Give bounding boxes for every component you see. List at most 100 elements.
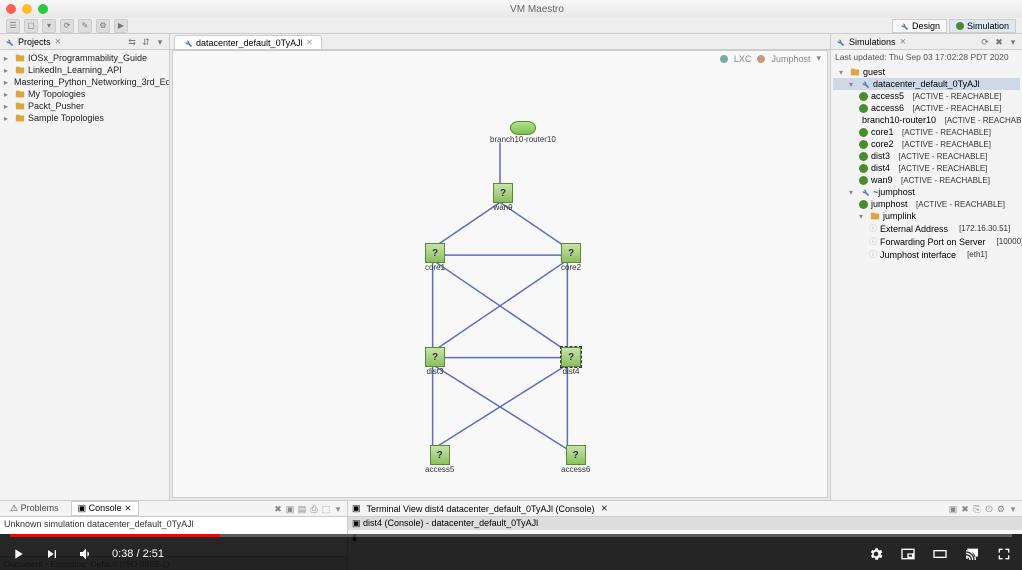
topology-node[interactable]: ? dist4 <box>561 347 581 376</box>
console-tab[interactable]: ▣ Console ⨯ <box>71 501 139 516</box>
sim-detail[interactable]: ⓘExternal Address [172.16.30.51] <box>833 222 1020 235</box>
sim-node[interactable]: dist3 [ACTIVE - REACHABLE] <box>833 150 1020 162</box>
projects-header: Projects ⨯ ⇆ ⇵ ▾ <box>0 34 169 50</box>
toolbar-button[interactable]: ☰ <box>6 19 20 33</box>
projects-panel: Projects ⨯ ⇆ ⇵ ▾ ▸IOSx_Programmability_G… <box>0 34 170 500</box>
play-button[interactable] <box>10 546 26 562</box>
problems-tab[interactable]: ⚠ Problems <box>4 502 65 515</box>
toolbar-button[interactable]: ⟳ <box>60 19 74 33</box>
wrench-icon <box>183 38 193 48</box>
sim-node[interactable]: access6 [ACTIVE - REACHABLE] <box>833 102 1020 114</box>
link-icon[interactable]: ⇵ <box>141 37 151 47</box>
window-minimize-icon[interactable] <box>22 4 32 14</box>
project-item[interactable]: ▸LinkedIn_Learning_API <box>0 64 169 76</box>
editor-tab[interactable]: datacenter_default_0TyAJl ⨯ <box>174 35 322 49</box>
window-zoom-icon[interactable] <box>38 4 48 14</box>
mini-icon[interactable]: ⎘ <box>972 504 982 514</box>
simulation-mode-button[interactable]: Simulation <box>949 19 1016 33</box>
topology-node[interactable]: ? access5 <box>425 445 454 474</box>
video-progress[interactable] <box>10 534 1012 537</box>
settings-button[interactable] <box>868 546 884 562</box>
topology-node[interactable]: ? wan9 <box>493 183 513 212</box>
status-dot-icon <box>859 92 868 101</box>
sim-node[interactable]: core2 [ACTIVE - REACHABLE] <box>833 138 1020 150</box>
window-close-icon[interactable] <box>6 4 16 14</box>
next-button[interactable] <box>44 546 60 562</box>
topology-canvas[interactable]: LXC Jumphost ▾ branc <box>172 50 828 498</box>
folder-icon <box>15 53 25 63</box>
canvas-menu-icon[interactable]: ▾ <box>816 53 821 64</box>
terminal-header: ▣Terminal View dist4 datacenter_default_… <box>348 501 1022 517</box>
editor-tabbar: datacenter_default_0TyAJl ⨯ <box>170 34 830 50</box>
topology-node[interactable]: ? dist3 <box>425 347 445 376</box>
sim-root[interactable]: ▾guest <box>833 66 1020 78</box>
mini-icon[interactable]: ⏻ <box>984 504 994 514</box>
mini-icon[interactable]: ✖ <box>273 504 283 514</box>
topology-node[interactable]: ? core1 <box>425 243 445 272</box>
mini-icon[interactable]: ⬚ <box>321 504 331 514</box>
volume-button[interactable] <box>78 546 94 562</box>
miniplayer-button[interactable] <box>900 546 916 562</box>
editor-panel: datacenter_default_0TyAJl ⨯ LXC Jumphost… <box>170 34 830 500</box>
wrench-icon <box>860 187 870 197</box>
sim-item[interactable]: ▾datacenter_default_0TyAJl <box>833 78 1020 90</box>
sim-detail[interactable]: ⓘJumphost interface [eth1] <box>833 248 1020 261</box>
collapse-icon[interactable]: ⇆ <box>127 37 137 47</box>
toolbar-button[interactable]: ✎ <box>78 19 92 33</box>
topology-node[interactable]: ? core2 <box>561 243 581 272</box>
toolbar-button[interactable]: ▾ <box>42 19 56 33</box>
mini-icon[interactable]: ▤ <box>297 504 307 514</box>
sim-node[interactable]: branch10-router10 [ACTIVE - REACHABLE] <box>833 114 1020 126</box>
mini-icon[interactable]: ⚙ <box>996 504 1006 514</box>
status-dot-icon <box>859 176 868 185</box>
simulations-header: Simulations ⨯ ⟳ ✖ ▾ <box>831 34 1022 50</box>
sim-jumplink[interactable]: ▾jumplink <box>833 210 1020 222</box>
delete-icon[interactable]: ✖ <box>994 37 1004 47</box>
menu-icon[interactable]: ▾ <box>1008 37 1018 47</box>
project-item[interactable]: ▸My Topologies <box>0 88 169 100</box>
toolbar-button[interactable]: ⚙ <box>96 19 110 33</box>
design-mode-button[interactable]: Design <box>892 19 947 33</box>
sim-detail[interactable]: ⓘForwarding Port on Server [10000] <box>833 235 1020 248</box>
node-icon: ? <box>493 183 513 203</box>
terminal-toolbar: ▣✖⎘⏻⚙▾ <box>948 504 1018 514</box>
mini-icon[interactable]: ▣ <box>285 504 295 514</box>
mini-icon[interactable]: ▣ <box>948 504 958 514</box>
status-dot-icon <box>859 104 868 113</box>
mini-icon[interactable]: ✖ <box>960 504 970 514</box>
mini-icon[interactable]: ▾ <box>333 504 343 514</box>
view-menu-icon[interactable]: ▾ <box>155 37 165 47</box>
sim-node[interactable]: core1 [ACTIVE - REACHABLE] <box>833 126 1020 138</box>
projects-tree[interactable]: ▸IOSx_Programmability_Guide ▸LinkedIn_Le… <box>0 50 169 500</box>
project-item[interactable]: ▸Mastering_Python_Networking_3rd_Edition <box>0 76 169 88</box>
refresh-icon[interactable]: ⟳ <box>980 37 990 47</box>
status-dot-icon <box>859 152 868 161</box>
cast-button[interactable] <box>964 546 980 562</box>
video-controls: 0:38 / 2:51 <box>0 534 1022 570</box>
simulations-tree[interactable]: ▾guest ▾datacenter_default_0TyAJl access… <box>831 64 1022 500</box>
fullscreen-button[interactable] <box>996 546 1012 562</box>
sim-node[interactable]: jumphost [ACTIVE - REACHABLE] <box>833 198 1020 210</box>
wrench-icon <box>835 37 845 47</box>
mini-icon[interactable]: ▾ <box>1008 504 1018 514</box>
node-icon: ? <box>425 347 445 367</box>
sim-node[interactable]: wan9 [ACTIVE - REACHABLE] <box>833 174 1020 186</box>
router-icon <box>510 121 536 135</box>
topology-node[interactable]: ? access6 <box>561 445 590 474</box>
sim-node[interactable]: access5 [ACTIVE - REACHABLE] <box>833 90 1020 102</box>
project-item[interactable]: ▸Packt_Pusher <box>0 100 169 112</box>
terminal-tab[interactable]: ▣ dist4 (Console) - datacenter_default_0… <box>348 517 1022 530</box>
toolbar-button[interactable]: ▢ <box>24 19 38 33</box>
project-item[interactable]: ▸Sample Topologies <box>0 112 169 124</box>
video-time: 0:38 / 2:51 <box>112 548 164 560</box>
project-item[interactable]: ▸IOSx_Programmability_Guide <box>0 52 169 64</box>
topology-node-router[interactable]: branch10-router10 <box>490 121 556 144</box>
theater-button[interactable] <box>932 546 948 562</box>
node-icon: ? <box>561 243 581 263</box>
toolbar-button[interactable]: ▶ <box>114 19 128 33</box>
sim-node[interactable]: dist4 [ACTIVE - REACHABLE] <box>833 162 1020 174</box>
folder-icon <box>850 67 860 77</box>
sim-jumphost[interactable]: ▾~jumphost <box>833 186 1020 198</box>
mini-icon[interactable]: ⎙ <box>309 504 319 514</box>
close-icon[interactable]: ⨯ <box>306 37 314 48</box>
